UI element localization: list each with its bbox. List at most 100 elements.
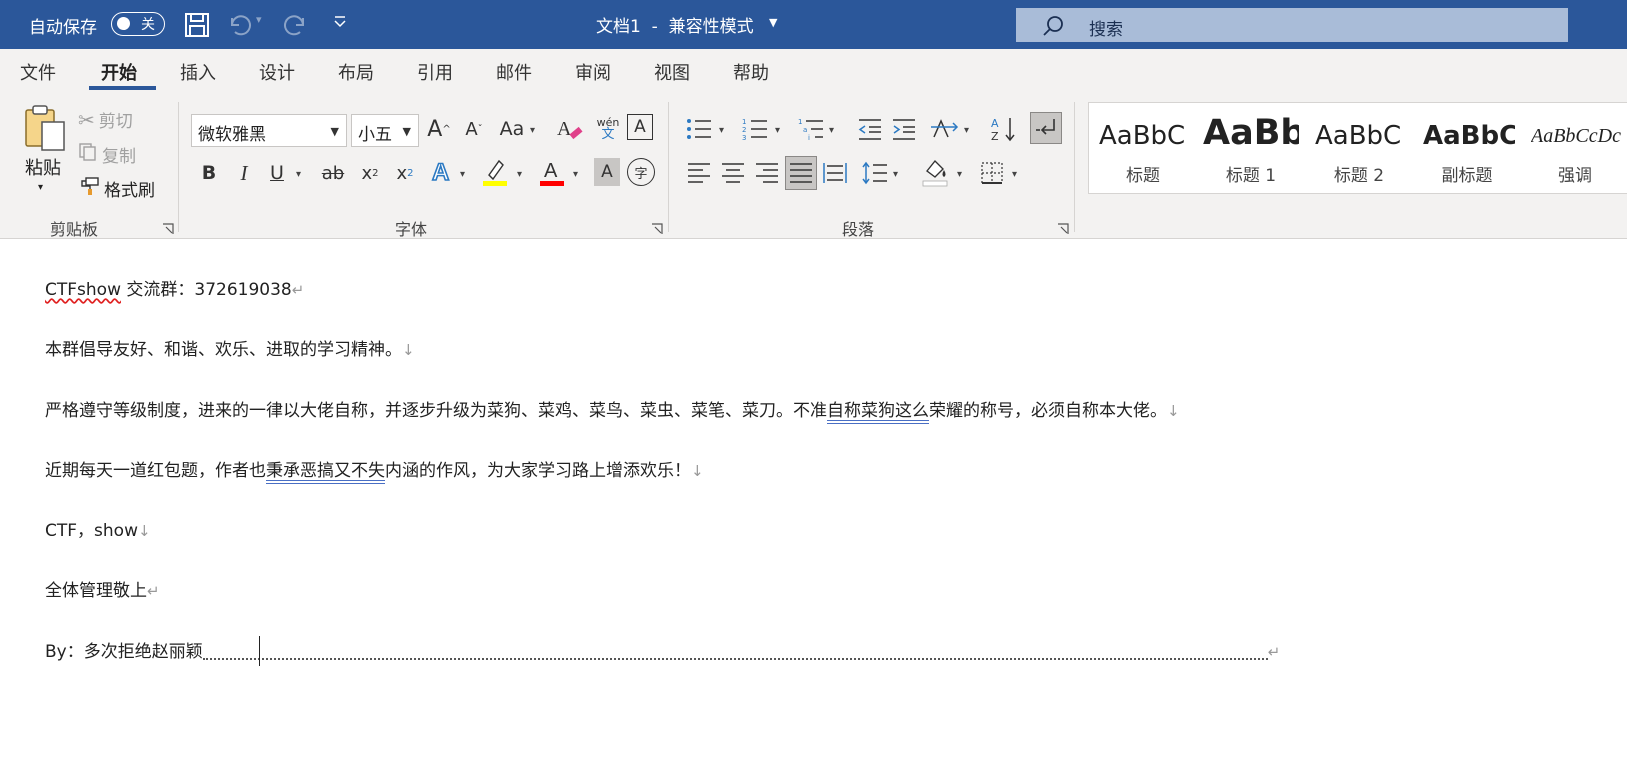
distributed-icon[interactable]	[820, 158, 850, 188]
format-painter-button[interactable]: 格式刷	[78, 176, 155, 201]
paragraph-7[interactable]: By：多次拒绝赵丽颖 ↵	[45, 636, 1280, 666]
change-case-dropdown-icon[interactable]: ▾	[530, 125, 535, 136]
font-name-value: 微软雅黑	[198, 125, 266, 145]
multilevel-dropdown-icon[interactable]: ▾	[829, 125, 834, 136]
document-canvas[interactable]: CTFshow 交流群：372619038↵ 本群倡导友好、和谐、欢乐、进取的学…	[0, 240, 1627, 777]
save-icon[interactable]	[184, 12, 210, 42]
search-input[interactable]: 搜索	[1016, 8, 1568, 42]
copy-icon	[78, 142, 98, 167]
grammar-flag[interactable]: 秉承恶搞又不失	[266, 461, 385, 481]
numbering-dropdown-icon[interactable]: ▾	[775, 125, 780, 136]
tab-mailings[interactable]: 邮件	[496, 59, 532, 85]
underline-dropdown-icon[interactable]: ▾	[296, 169, 301, 180]
justify-icon[interactable]	[785, 156, 817, 190]
svg-text:3: 3	[742, 134, 746, 141]
text-effects-dropdown-icon[interactable]: ▾	[460, 169, 465, 180]
paragraph-5[interactable]: CTF，show↓	[45, 516, 151, 541]
copy-button[interactable]: 复制	[78, 142, 136, 167]
chinese-layout-dropdown-icon[interactable]: ▾	[964, 125, 969, 136]
highlight-dropdown-icon[interactable]: ▾	[517, 169, 522, 180]
paragraph-1[interactable]: CTFshow 交流群：372619038↵	[45, 275, 304, 300]
misspelled-word[interactable]: CTFshow	[45, 280, 121, 300]
numbering-icon[interactable]: 123	[740, 114, 770, 144]
redo-icon[interactable]	[283, 12, 309, 42]
chevron-down-icon[interactable]: ▼	[403, 125, 411, 138]
underline-button[interactable]: U	[263, 158, 291, 188]
bullets-icon[interactable]	[684, 114, 714, 144]
paragraph-3[interactable]: 严格遵守等级制度，进来的一律以大佬自称，并逐步升级为菜狗、菜鸡、菜鸟、菜虫、菜笔…	[45, 396, 1180, 421]
enclose-characters-icon[interactable]: 字	[627, 158, 655, 186]
customize-toolbar-icon[interactable]	[333, 14, 347, 34]
tab-view[interactable]: 视图	[654, 59, 690, 85]
shading-icon[interactable]	[920, 156, 950, 188]
text-effects-icon[interactable]: A	[427, 156, 457, 188]
superscript-glyph: x	[396, 162, 408, 184]
autosave-toggle[interactable]: 关	[111, 12, 165, 36]
tab-help[interactable]: 帮助	[733, 59, 769, 85]
tab-references[interactable]: 引用	[417, 59, 453, 85]
tab-layout[interactable]: 布局	[338, 59, 374, 85]
paragraph-2[interactable]: 本群倡导友好、和谐、欢乐、进取的学习精神。↓	[45, 335, 415, 360]
character-border-icon[interactable]: A	[627, 114, 653, 140]
show-formatting-marks-icon[interactable]	[1030, 112, 1062, 144]
style-heading-2[interactable]: AaBbC 标题 2	[1305, 103, 1413, 193]
line-spacing-icon[interactable]	[860, 158, 890, 188]
paragraph-text: 本群倡导友好、和谐、欢乐、进取的学习精神。	[45, 340, 402, 360]
phonetic-guide-icon[interactable]: wén 文	[593, 112, 623, 146]
shading-dropdown-icon[interactable]: ▾	[957, 169, 962, 180]
style-subtitle[interactable]: AaBbC 副标题	[1413, 103, 1521, 193]
subscript-button[interactable]: x2	[355, 158, 385, 188]
increase-indent-icon[interactable]	[889, 114, 919, 144]
character-shading-icon[interactable]: A	[594, 158, 620, 186]
document-title[interactable]: 文档1 - 兼容性模式	[596, 12, 754, 37]
sort-icon[interactable]: AZ	[989, 114, 1019, 144]
ribbon-tabs: 文件 开始 插入 设计 布局 引用 邮件 审阅 视图 帮助	[0, 49, 1627, 92]
font-color-dropdown-icon[interactable]: ▾	[573, 169, 578, 180]
grow-font-icon[interactable]: A ^	[424, 114, 454, 144]
tab-home[interactable]: 开始	[101, 59, 137, 85]
borders-icon[interactable]	[977, 158, 1007, 188]
font-size-combo[interactable]: 小五 ▼	[351, 114, 419, 147]
style-heading-1[interactable]: AaBb 标题 1	[1197, 103, 1305, 193]
bullets-dropdown-icon[interactable]: ▾	[719, 125, 724, 136]
align-center-icon[interactable]	[718, 158, 748, 188]
font-launcher-icon[interactable]	[651, 220, 663, 234]
clear-formatting-icon[interactable]: A	[555, 114, 585, 144]
paste-dropdown-icon[interactable]: ▾	[38, 182, 43, 193]
tab-file[interactable]: 文件	[20, 59, 56, 85]
paragraph-4[interactable]: 近期每天一道红包题，作者也秉承恶搞又不失内涵的作风，为大家学习路上增添欢乐！↓	[45, 456, 704, 481]
grammar-flag[interactable]: 自称菜狗这么	[827, 401, 929, 421]
style-title[interactable]: AaBbC 标题	[1089, 103, 1197, 193]
styles-gallery: AaBbC 标题 AaBb 标题 1 AaBbC 标题 2 AaBbC 副标题 …	[1088, 102, 1627, 194]
chinese-layout-icon[interactable]	[930, 114, 960, 144]
chevron-down-icon[interactable]: ▼	[331, 125, 339, 138]
change-case-icon[interactable]: Aa	[497, 114, 527, 144]
title-dropdown-icon[interactable]: ▼	[769, 16, 777, 29]
tab-review[interactable]: 审阅	[575, 59, 611, 85]
style-emphasis[interactable]: AaBbCcDc 强调	[1521, 103, 1627, 193]
tab-design[interactable]: 设计	[259, 59, 295, 85]
strikethrough-button[interactable]: ab	[317, 158, 349, 188]
italic-button[interactable]: I	[229, 158, 259, 188]
highlight-icon[interactable]	[480, 156, 510, 188]
cut-button[interactable]: ✂ 剪切	[78, 107, 133, 133]
paragraph-launcher-icon[interactable]	[1057, 220, 1069, 234]
font-name-combo[interactable]: 微软雅黑 ▼	[191, 114, 347, 147]
bold-button[interactable]: B	[194, 158, 224, 188]
multilevel-list-icon[interactable]: 1ai	[796, 114, 826, 144]
tab-insert[interactable]: 插入	[180, 59, 216, 85]
font-color-icon[interactable]: A	[537, 156, 567, 188]
align-right-icon[interactable]	[752, 158, 782, 188]
undo-icon[interactable]	[226, 12, 252, 42]
undo-dropdown-icon[interactable]: ▾	[256, 13, 262, 26]
align-left-icon[interactable]	[684, 158, 714, 188]
borders-dropdown-icon[interactable]: ▾	[1012, 169, 1017, 180]
paragraph-6[interactable]: 全体管理敬上↵	[45, 576, 160, 601]
decrease-indent-icon[interactable]	[855, 114, 885, 144]
paste-button[interactable]: 粘贴	[25, 154, 61, 180]
line-spacing-dropdown-icon[interactable]: ▾	[893, 169, 898, 180]
clipboard-launcher-icon[interactable]	[162, 220, 174, 234]
paste-icon[interactable]	[24, 104, 68, 156]
superscript-button[interactable]: x2	[390, 158, 420, 188]
shrink-font-icon[interactable]: Aˇ	[459, 114, 489, 144]
